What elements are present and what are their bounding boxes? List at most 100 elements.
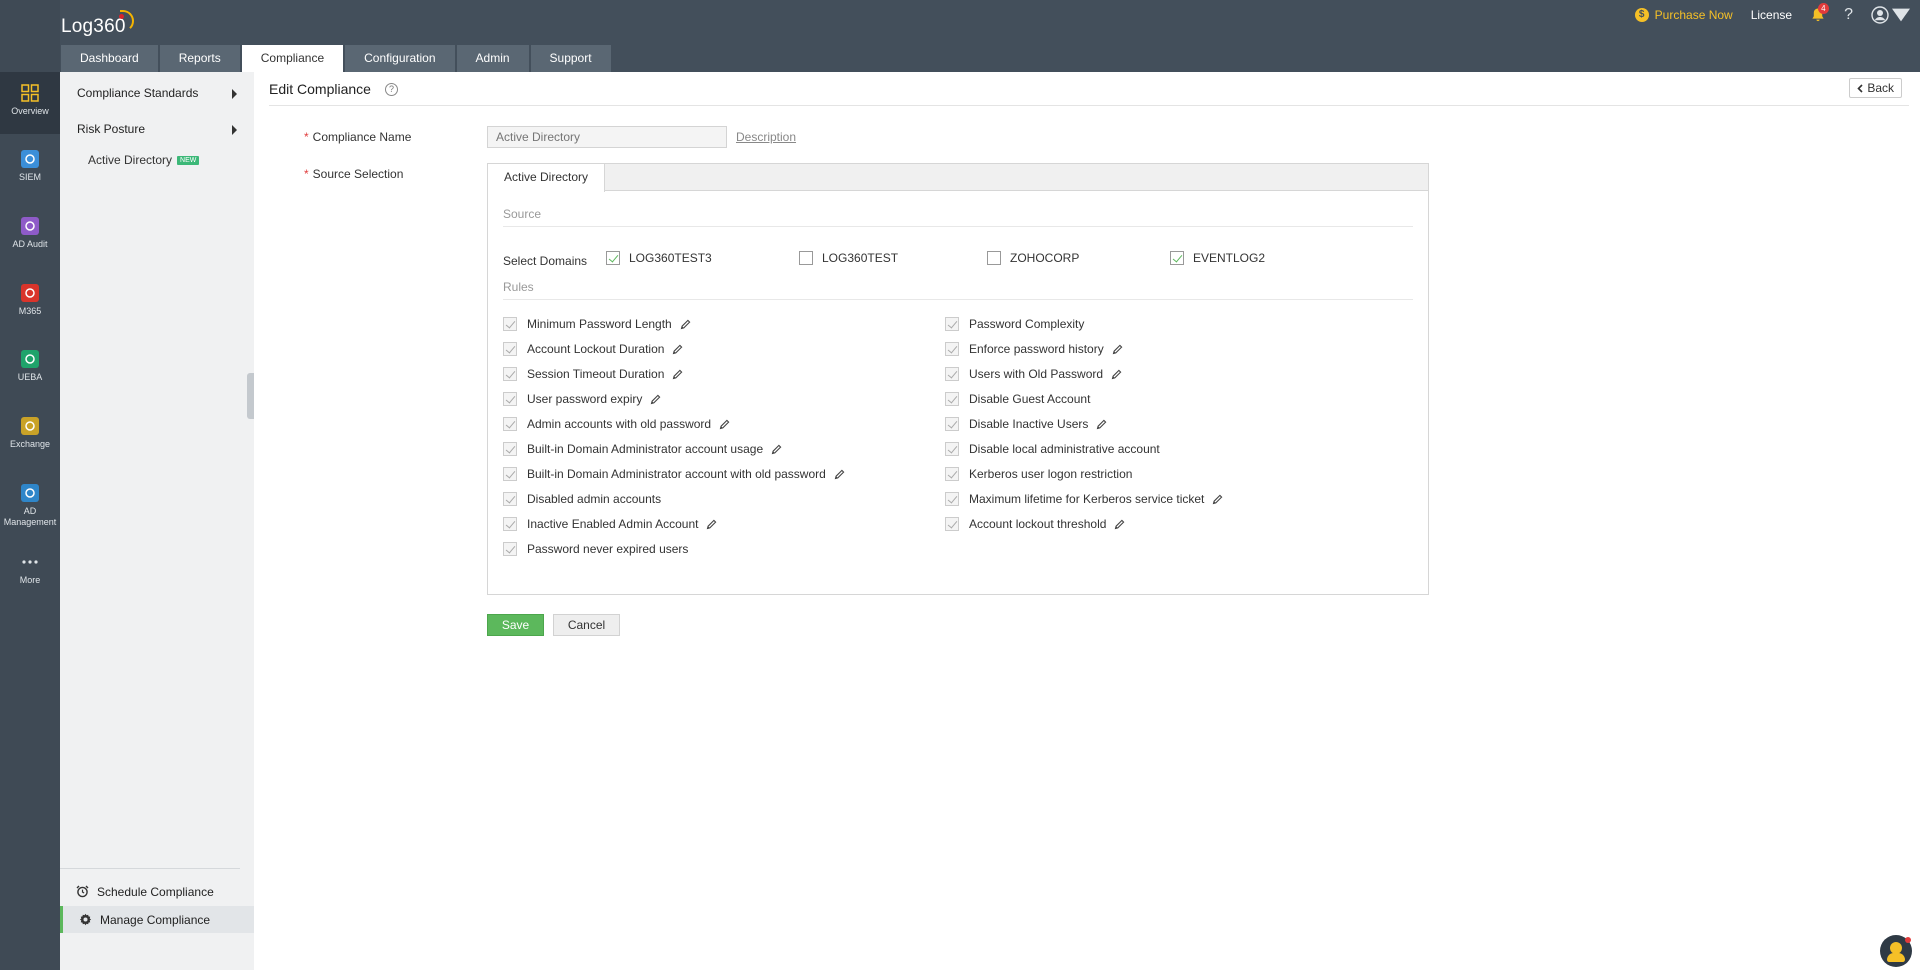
overview-icon	[21, 84, 39, 102]
help-circle-icon[interactable]: ?	[385, 83, 398, 96]
edit-pencil-icon[interactable]	[834, 469, 845, 480]
coin-icon: $	[1634, 8, 1649, 22]
rule-item: Built-in Domain Administrator account wi…	[503, 466, 845, 482]
title-divider	[269, 105, 1909, 106]
tab-compliance[interactable]: Compliance	[241, 45, 344, 72]
cancel-button[interactable]: Cancel	[553, 614, 620, 636]
edit-pencil-icon[interactable]	[1114, 519, 1125, 530]
domain-label: EVENTLOG2	[1193, 251, 1266, 265]
rule-checkbox[interactable]	[945, 517, 959, 531]
tab-active-directory[interactable]: Active Directory	[488, 164, 606, 192]
ad-management-icon	[21, 484, 39, 502]
rule-checkbox[interactable]	[945, 467, 959, 481]
rule-checkbox[interactable]	[945, 442, 959, 456]
rule-item: Password never expired users	[503, 541, 688, 557]
back-button[interactable]: Back	[1849, 78, 1902, 98]
manage-compliance-link[interactable]: Manage Compliance	[60, 906, 254, 933]
chatbot-icon[interactable]	[1880, 935, 1912, 967]
edit-pencil-icon[interactable]	[1112, 344, 1123, 355]
compliance-name-label: * Compliance Name	[304, 130, 411, 144]
edit-pencil-icon[interactable]	[672, 344, 683, 355]
select-domains-label: Select Domains	[503, 254, 588, 268]
purchase-now-label: Purchase Now	[1654, 8, 1733, 22]
rule-checkbox[interactable]	[945, 367, 959, 381]
edit-pencil-icon[interactable]	[706, 519, 717, 530]
rail-item-ad-management[interactable]: AD Management	[0, 472, 60, 534]
rule-item: Minimum Password Length	[503, 316, 691, 332]
rail-item-ad-audit[interactable]: AD Audit	[0, 205, 60, 267]
help-icon[interactable]: ?	[1844, 6, 1853, 24]
rule-checkbox[interactable]	[945, 342, 959, 356]
rule-label: Admin accounts with old password	[527, 417, 712, 431]
tab-dashboard[interactable]: Dashboard	[61, 45, 158, 72]
rail-item-more[interactable]: More	[0, 545, 60, 607]
edit-pencil-icon[interactable]	[771, 444, 782, 455]
chevron-right-icon	[232, 125, 237, 135]
rule-checkbox[interactable]	[503, 317, 517, 331]
rule-checkbox[interactable]	[503, 517, 517, 531]
edit-pencil-icon[interactable]	[680, 319, 691, 330]
rail-item-ueba[interactable]: UEBA	[0, 338, 60, 400]
header-actions: $ Purchase Now License 4 ?	[1634, 3, 1910, 26]
rule-checkbox[interactable]	[503, 442, 517, 456]
edit-pencil-icon[interactable]	[1212, 494, 1223, 505]
chevron-down-icon	[1892, 8, 1910, 22]
rail-item-label: M365	[18, 306, 42, 316]
logo-dot-icon	[119, 14, 124, 19]
app-logo[interactable]: Log360	[61, 16, 126, 38]
domain-option[interactable]: LOG360TEST	[799, 251, 898, 265]
rail-item-m365[interactable]: M365	[0, 272, 60, 334]
rule-checkbox[interactable]	[503, 417, 517, 431]
rules-heading: Rules	[503, 280, 534, 294]
domain-checkbox[interactable]	[987, 251, 1001, 265]
edit-pencil-icon[interactable]	[650, 394, 661, 405]
rule-checkbox[interactable]	[503, 542, 517, 556]
license-link[interactable]: License	[1751, 8, 1792, 22]
sidebar-divider	[60, 868, 240, 869]
edit-pencil-icon[interactable]	[1111, 369, 1122, 380]
sidebar-collapse-handle[interactable]	[247, 373, 254, 419]
sidebar-item-active-directory[interactable]: Active Directory NEW	[88, 153, 200, 167]
user-menu[interactable]	[1871, 6, 1910, 24]
save-button[interactable]: Save	[487, 614, 544, 636]
rule-item: Built-in Domain Administrator account us…	[503, 441, 782, 457]
tab-reports[interactable]: Reports	[159, 45, 240, 72]
rule-checkbox[interactable]	[503, 342, 517, 356]
domain-checkbox[interactable]	[799, 251, 813, 265]
edit-pencil-icon[interactable]	[672, 369, 683, 380]
rule-checkbox[interactable]	[503, 492, 517, 506]
edit-pencil-icon[interactable]	[1096, 419, 1107, 430]
sidebar-item-risk-posture[interactable]: Risk Posture	[77, 122, 145, 136]
chevron-left-icon	[1857, 83, 1863, 93]
domain-checkbox[interactable]	[606, 251, 620, 265]
rail-item-siem[interactable]: SIEM	[0, 138, 60, 200]
rule-checkbox[interactable]	[503, 367, 517, 381]
compliance-name-input[interactable]	[487, 126, 727, 148]
rule-label: Built-in Domain Administrator account us…	[527, 442, 764, 456]
schedule-compliance-link[interactable]: Schedule Compliance	[60, 878, 254, 905]
rail-item-overview[interactable]: Overview	[0, 72, 60, 134]
rule-checkbox[interactable]	[945, 392, 959, 406]
domain-option[interactable]: LOG360TEST3	[606, 251, 712, 265]
tab-support[interactable]: Support	[530, 45, 611, 72]
manage-compliance-label: Manage Compliance	[100, 912, 211, 927]
rule-checkbox[interactable]	[503, 392, 517, 406]
domain-option[interactable]: ZOHOCORP	[987, 251, 1079, 265]
edit-pencil-icon[interactable]	[719, 419, 730, 430]
domain-option[interactable]: EVENTLOG2	[1170, 251, 1265, 265]
rule-label: Disable Guest Account	[969, 392, 1091, 406]
product-rail: Overview SIEM AD Audit M365 UEBA Exchange AD M…	[0, 0, 60, 970]
tab-configuration[interactable]: Configuration	[345, 45, 455, 72]
sidebar-item-compliance-standards[interactable]: Compliance Standards	[77, 86, 198, 100]
domain-checkbox[interactable]	[1170, 251, 1184, 265]
purchase-now-link[interactable]: $ Purchase Now	[1634, 8, 1733, 22]
rail-item-exchange[interactable]: Exchange	[0, 405, 60, 467]
rule-checkbox[interactable]	[945, 317, 959, 331]
description-link[interactable]: Description	[736, 130, 796, 144]
tab-admin[interactable]: Admin	[456, 45, 529, 72]
rule-checkbox[interactable]	[503, 467, 517, 481]
rule-checkbox[interactable]	[945, 417, 959, 431]
rail-item-label: UEBA	[17, 372, 43, 382]
rule-checkbox[interactable]	[945, 492, 959, 506]
notifications-button[interactable]: 4	[1810, 3, 1829, 23]
